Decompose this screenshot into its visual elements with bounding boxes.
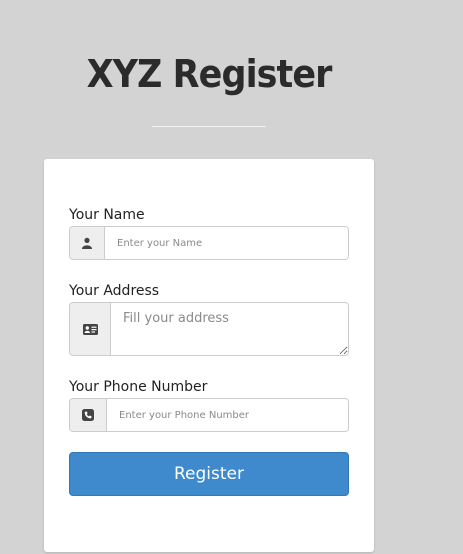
phone-input-group — [69, 398, 349, 432]
phone-label: Your Phone Number — [69, 379, 208, 395]
title-divider — [152, 126, 266, 127]
name-input-group — [69, 226, 349, 260]
address-card-icon — [70, 303, 111, 355]
register-form-card: Your Name Your Address Your Phone Number — [44, 159, 374, 552]
address-textarea[interactable] — [111, 303, 348, 355]
phone-icon — [70, 399, 107, 431]
user-icon — [70, 227, 105, 259]
register-button[interactable]: Register — [69, 452, 349, 496]
page-title: XYZ Register — [86, 52, 333, 96]
phone-input[interactable] — [107, 399, 348, 431]
name-input[interactable] — [105, 227, 348, 259]
address-input-group — [69, 302, 349, 356]
name-label: Your Name — [69, 207, 145, 223]
address-label: Your Address — [69, 283, 160, 299]
